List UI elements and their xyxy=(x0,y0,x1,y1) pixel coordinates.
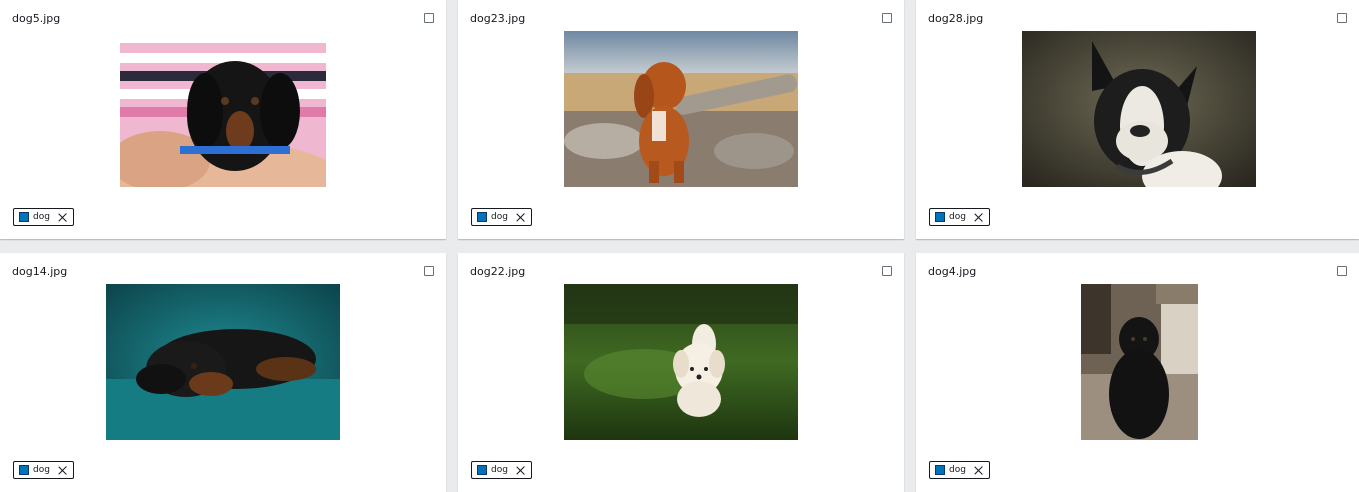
remove-tag-icon[interactable] xyxy=(974,466,983,475)
image-grid: dog5.jpg dog dog23.jpg dog dog28.jpg dog… xyxy=(0,0,1359,492)
tag-label: dog xyxy=(33,465,50,475)
remove-tag-icon[interactable] xyxy=(58,466,67,475)
white-puppy-image xyxy=(564,284,798,440)
tag-label: dog xyxy=(491,212,508,222)
image-filename: dog14.jpg xyxy=(12,265,68,278)
image-card[interactable]: dog28.jpg dog xyxy=(916,0,1359,239)
remove-tag-icon[interactable] xyxy=(974,213,983,222)
label-tag[interactable]: dog xyxy=(13,461,74,479)
label-color-swatch xyxy=(477,465,487,475)
image-card[interactable]: dog22.jpg dog xyxy=(458,253,904,492)
remove-tag-icon[interactable] xyxy=(58,213,67,222)
label-tag[interactable]: dog xyxy=(929,461,990,479)
image-thumbnail[interactable] xyxy=(1081,284,1198,440)
label-tag[interactable]: dog xyxy=(13,208,74,226)
image-thumbnail[interactable] xyxy=(106,284,340,440)
image-filename: dog4.jpg xyxy=(928,265,977,278)
dachshund-puppy-image xyxy=(120,31,326,187)
label-color-swatch xyxy=(935,465,945,475)
select-checkbox[interactable] xyxy=(424,13,434,23)
label-color-swatch xyxy=(477,212,487,222)
tag-label: dog xyxy=(491,465,508,475)
label-tag[interactable]: dog xyxy=(471,461,532,479)
tag-label: dog xyxy=(949,465,966,475)
select-checkbox[interactable] xyxy=(882,266,892,276)
image-filename: dog23.jpg xyxy=(470,12,526,25)
image-card[interactable]: dog4.jpg dog xyxy=(916,253,1359,492)
image-filename: dog28.jpg xyxy=(928,12,984,25)
tag-label: dog xyxy=(33,212,50,222)
remove-tag-icon[interactable] xyxy=(516,213,525,222)
spaniel-puppy-image xyxy=(564,31,798,187)
image-filename: dog22.jpg xyxy=(470,265,526,278)
label-color-swatch xyxy=(19,212,29,222)
image-thumbnail[interactable] xyxy=(1022,31,1256,187)
remove-tag-icon[interactable] xyxy=(516,466,525,475)
label-color-swatch xyxy=(935,212,945,222)
label-tag[interactable]: dog xyxy=(471,208,532,226)
select-checkbox[interactable] xyxy=(882,13,892,23)
image-filename: dog5.jpg xyxy=(12,12,61,25)
label-tag[interactable]: dog xyxy=(929,208,990,226)
label-color-swatch xyxy=(19,465,29,475)
tag-label: dog xyxy=(949,212,966,222)
image-card[interactable]: dog14.jpg dog xyxy=(0,253,446,492)
long-haired-dachshund-image xyxy=(106,284,340,440)
select-checkbox[interactable] xyxy=(424,266,434,276)
boston-terrier-image xyxy=(1022,31,1256,187)
select-checkbox[interactable] xyxy=(1337,266,1347,276)
black-dog-indoors-image xyxy=(1081,284,1198,440)
select-checkbox[interactable] xyxy=(1337,13,1347,23)
image-thumbnail[interactable] xyxy=(564,284,798,440)
image-card[interactable]: dog5.jpg dog xyxy=(0,0,446,239)
image-thumbnail[interactable] xyxy=(120,31,326,187)
image-card[interactable]: dog23.jpg dog xyxy=(458,0,904,239)
image-thumbnail[interactable] xyxy=(564,31,798,187)
